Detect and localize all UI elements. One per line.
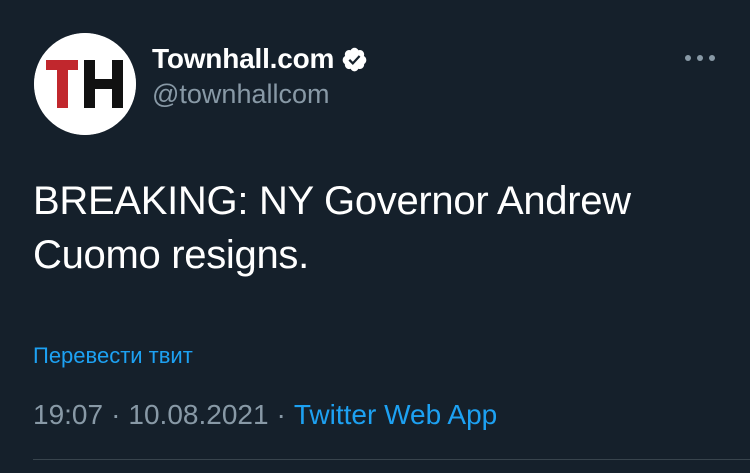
more-options-icon[interactable]: [682, 47, 718, 69]
divider: [33, 459, 750, 460]
verified-badge-icon: [342, 47, 367, 71]
tweet-source-link[interactable]: Twitter Web App: [294, 399, 497, 430]
separator: ·: [111, 399, 121, 430]
separator: ·: [276, 399, 286, 430]
tweet-time[interactable]: 19:07: [33, 399, 103, 430]
townhall-logo-icon: [34, 33, 136, 135]
avatar[interactable]: [34, 33, 136, 135]
translate-tweet-link[interactable]: Перевести твит: [33, 343, 193, 369]
tweet-metadata: 19:07 · 10.08.2021 · Twitter Web App: [33, 399, 497, 431]
tweet-text: BREAKING: NY Governor Andrew Cuomo resig…: [33, 179, 631, 277]
tweet-card: Townhall.com @townhallcom BREAKING: NY G…: [0, 0, 750, 473]
display-name[interactable]: Townhall.com: [152, 43, 334, 75]
display-name-row: Townhall.com: [152, 41, 368, 77]
account-handle[interactable]: @townhallcom: [152, 79, 329, 110]
tweet-date[interactable]: 10.08.2021: [128, 399, 268, 430]
